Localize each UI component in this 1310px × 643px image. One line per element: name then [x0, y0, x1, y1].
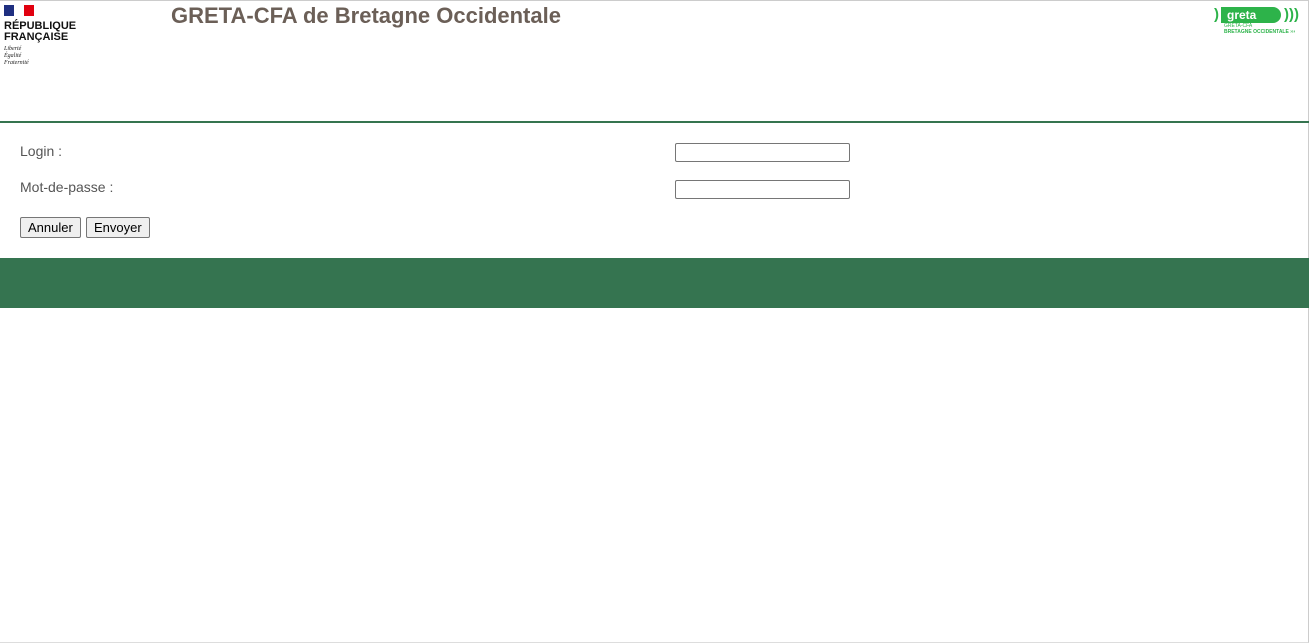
password-label: Mot-de-passe :	[20, 179, 114, 195]
page-frame	[0, 0, 1309, 643]
login-input[interactable]	[675, 143, 850, 162]
greta-line2: BRETAGNE OCCIDENTALE ›››	[1224, 29, 1296, 35]
rf-motto-3: Fraternité	[4, 60, 29, 66]
french-flag-icon	[4, 5, 34, 16]
rf-motto-1: Liberté	[4, 46, 22, 52]
header-divider	[0, 121, 1309, 123]
rf-line2: FRANÇAISE	[4, 31, 69, 43]
greta-logo: ) greta))) GRETA-CFA BRETAGNE OCCIDENTALE …	[1214, 6, 1306, 35]
rf-motto-2: Égalité	[4, 53, 22, 59]
page-title: GRETA-CFA de Bretagne Occidentale	[171, 3, 561, 28]
login-label: Login :	[20, 143, 63, 159]
cancel-button[interactable]: Annuler	[20, 217, 81, 238]
submit-button[interactable]: Envoyer	[86, 217, 150, 238]
password-input[interactable]	[675, 180, 850, 199]
greta-brand: greta	[1221, 6, 1281, 23]
footer-bar	[0, 258, 1309, 308]
republique-francaise-logo: RÉPUBLIQUE FRANÇAISE Liberté Égalité Frater…	[4, 5, 76, 67]
